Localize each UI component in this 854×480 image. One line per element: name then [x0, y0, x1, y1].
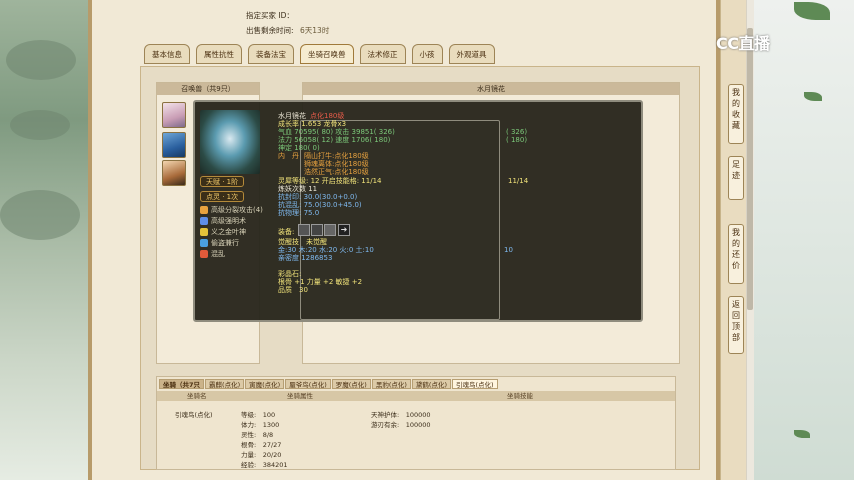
rock — [10, 110, 70, 140]
tab-attributes[interactable]: 属性抗性 — [196, 44, 242, 64]
time-label: 出售剩余时间: — [246, 26, 294, 35]
mount-name: 引魂鸟(点化) — [175, 411, 213, 419]
seller-label: 指定买家 ID： — [246, 11, 294, 20]
growth-rate: 成长率 1.653 龙骨x3 — [278, 120, 347, 128]
mount-tab[interactable]: 霸麒(点化) — [205, 379, 245, 389]
summon-avatar[interactable] — [162, 160, 186, 186]
refine-count: 炼妖次数 11 — [278, 185, 318, 193]
intimacy: 亲密度 1286853 — [278, 254, 333, 262]
skill-icon — [200, 250, 208, 258]
skill-item: 高级强明术 — [200, 216, 246, 226]
mount-tab[interactable]: 黑豹(点化) — [371, 379, 411, 389]
tab-basic[interactable]: 基本信息 — [144, 44, 190, 64]
equip-slot[interactable] — [324, 224, 336, 236]
resist-seal: 抗封印: 30.0(30.0+0.0) — [278, 193, 358, 201]
detail-speed: ( 180) — [506, 136, 528, 144]
col-mount-skills: 坐骑技能 — [507, 392, 533, 400]
mount-skill: 游刃有余: 100000 — [371, 421, 431, 429]
skill-icon — [200, 228, 208, 236]
col-mount-attrs: 坐骑属性 — [287, 392, 313, 400]
tab-bar: 基本信息 属性抗性 装备法宝 坐骑召唤兽 法术修正 小孩 外观道具 — [144, 44, 495, 64]
summon-list-title: 召唤兽（共9只） — [157, 83, 259, 95]
mount-stat: 力量: 20/20 — [241, 451, 282, 459]
equip-slot[interactable] — [298, 224, 310, 236]
mount-tab[interactable]: 罗魔(点化) — [331, 379, 371, 389]
enlighten-badge: 点灵 · 1次 — [200, 191, 245, 202]
neidan-1: 隔山打牛:点化180级 — [304, 152, 369, 160]
spirit: 神定 180( 0) — [278, 144, 320, 152]
detail-attack: ( 326) — [506, 128, 528, 136]
skill-item: 偷盗兼行 — [200, 238, 239, 248]
mount-stat: 体力: 1300 — [241, 421, 280, 429]
summon-avatar[interactable] — [162, 102, 186, 128]
skill-icon — [200, 217, 208, 225]
color-crystal-label: 彩晶石: — [278, 270, 302, 278]
detail-element: 10 — [504, 246, 513, 254]
arrow-right-icon[interactable]: ➜ — [338, 224, 350, 236]
neidan-3: 浩然正气:点化180级 — [304, 168, 369, 176]
tab-child[interactable]: 小孩 — [411, 44, 443, 64]
rock — [6, 40, 76, 80]
mount-stat: 根骨: 27/27 — [241, 441, 282, 449]
my-favorites-button[interactable]: 我的收藏 — [728, 84, 744, 144]
time-value: 6天13时 — [300, 26, 330, 35]
tab-mounts-summons[interactable]: 坐骑召唤兽 — [300, 44, 354, 64]
equip-slot[interactable] — [311, 224, 323, 236]
mount-tab[interactable]: 黛鹤(点化) — [411, 379, 451, 389]
leaf — [804, 92, 822, 101]
back-to-top-button[interactable]: 返回顶部 — [728, 296, 744, 354]
summon-avatar[interactable] — [162, 132, 186, 158]
tab-spells[interactable]: 法术修正 — [359, 44, 406, 64]
mount-tab[interactable]: 蜃爷鸟(点化) — [285, 379, 331, 389]
skill-item: 高级分裂攻击(4) — [200, 205, 263, 215]
mount-panel: 坐骑（共7只 霸麒(点化) 寅魔(点化) 蜃爷鸟(点化) 罗魔(点化) 黑豹(点… — [156, 376, 676, 470]
mp-speed: 法力 56058( 12) 速度 1706( 180) — [278, 136, 391, 144]
skill-icon — [200, 239, 208, 247]
cc-live-logo: CC直播 — [716, 34, 770, 53]
resist-chaos: 抗混乱: 75.0(30.0+45.0) — [278, 201, 362, 209]
col-mount-name: 坐骑名 — [187, 392, 207, 400]
mount-stat: 灵性: 8/8 — [241, 431, 274, 439]
scrollbar-thumb[interactable] — [747, 28, 753, 310]
hp-attack: 气血 70595( 80) 攻击 39851( 326) — [278, 128, 395, 136]
mount-tab-active[interactable]: 引魂鸟(点化) — [452, 379, 498, 389]
five-elements: 金:30 木:20 水:20 火:0 土:10 — [278, 246, 374, 254]
tab-equipment[interactable]: 装备法宝 — [248, 44, 294, 64]
tooltip-inner-frame — [300, 120, 500, 320]
neidan-label: 内 丹 — [278, 152, 299, 160]
footprint-button[interactable]: 足迹 — [728, 156, 744, 200]
mount-tabs: 坐骑（共7只 霸麒(点化) 寅魔(点化) 蜃爷鸟(点化) 罗魔(点化) 黑豹(点… — [157, 377, 675, 391]
skill-item: 混乱 — [200, 249, 225, 259]
summon-detail-title: 水月镜花 — [303, 83, 679, 95]
mount-skill: 天神护体: 100000 — [371, 411, 431, 419]
scenery-right — [754, 0, 854, 480]
resist-physical: 抗物理: 75.0 — [278, 209, 320, 217]
neidan-2: 狮魂离体:点化180级 — [304, 160, 369, 168]
leaf — [794, 430, 810, 438]
mount-stat: 等级: 100 — [241, 411, 276, 419]
mount-stat: 经验: 384201 — [241, 461, 288, 469]
my-counteroffer-button[interactable]: 我的还价 — [728, 224, 744, 284]
summon-level: 点化180级 — [310, 112, 345, 120]
mount-column-header: 坐骑名 坐骑属性 坐骑技能 — [157, 391, 675, 401]
leaf — [794, 2, 830, 20]
summon-name: 水月镜花 — [278, 112, 306, 120]
summon-portrait — [200, 110, 260, 174]
lingxi-level: 灵犀等级: 12 开启技能格: 11/14 — [278, 177, 382, 185]
skill-item: 义之金叶神 — [200, 227, 246, 237]
quality: 品质 30 — [278, 286, 308, 294]
talent-badge: 天赋 · 1阶 — [200, 176, 245, 187]
skill-icon — [200, 206, 208, 214]
mount-count-label: 坐骑（共7只 — [159, 379, 205, 389]
tab-appearance[interactable]: 外观道具 — [448, 44, 495, 64]
color-crystal-bonus: 根骨 +1 力量 +2 敏捷 +2 — [278, 278, 363, 286]
scenery-left — [0, 0, 88, 480]
detail-skill-slots: 11/14 — [508, 177, 529, 185]
mount-tab[interactable]: 寅魔(点化) — [245, 379, 285, 389]
awaken-skill: 觉醒技 未觉醒 — [278, 238, 327, 246]
rock — [0, 190, 80, 240]
equip-label: 装备: — [278, 228, 295, 236]
